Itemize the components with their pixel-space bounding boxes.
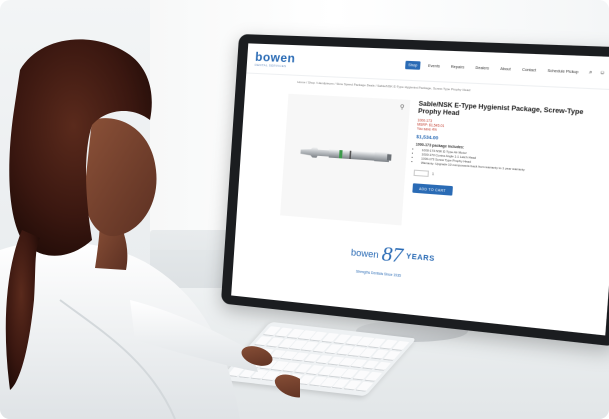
nav-item-events[interactable]: Events	[425, 61, 444, 70]
person-illustration	[0, 39, 300, 419]
main-nav: Shop Events Repairs Dealers About Contac…	[404, 60, 609, 77]
zoom-icon[interactable]: ⚲	[400, 104, 405, 112]
nav-item-shop[interactable]: Shop	[404, 60, 421, 70]
search-icon[interactable]: ⌕	[589, 69, 593, 76]
footer-tagline: Strengths Dentists Since 1935	[355, 269, 402, 278]
product-info: Sable/NSK E-Type Hygienist Package, Scre…	[401, 100, 596, 252]
quantity-value: 1	[431, 171, 435, 176]
photo-scene: bowen DENTAL SERVICES Shop Events Repair…	[0, 0, 609, 419]
handpiece-image	[300, 146, 392, 163]
nav-item-repairs[interactable]: Repairs	[447, 62, 468, 71]
nav-item-about[interactable]: About	[497, 64, 515, 73]
footer-anniversary-logo: bowen 87 YEARS	[350, 240, 435, 272]
footer-brand: bowen	[350, 246, 380, 260]
add-to-cart-button[interactable]: ADD TO CART	[412, 183, 453, 196]
nav-item-contact[interactable]: Contact	[518, 65, 540, 75]
footer-years-label: YEARS	[405, 253, 435, 264]
quantity-input[interactable]	[413, 169, 430, 177]
product-section: ⚲ Sable/NSK E-Type Hygienist Package, Sc…	[279, 93, 603, 253]
footer-anniversary-number: 87	[381, 242, 404, 268]
nav-item-dealers[interactable]: Dealers	[472, 63, 493, 72]
account-icon[interactable]: ☺	[599, 69, 606, 76]
nav-item-schedule-pickup[interactable]: Schedule Pickup	[544, 66, 583, 76]
